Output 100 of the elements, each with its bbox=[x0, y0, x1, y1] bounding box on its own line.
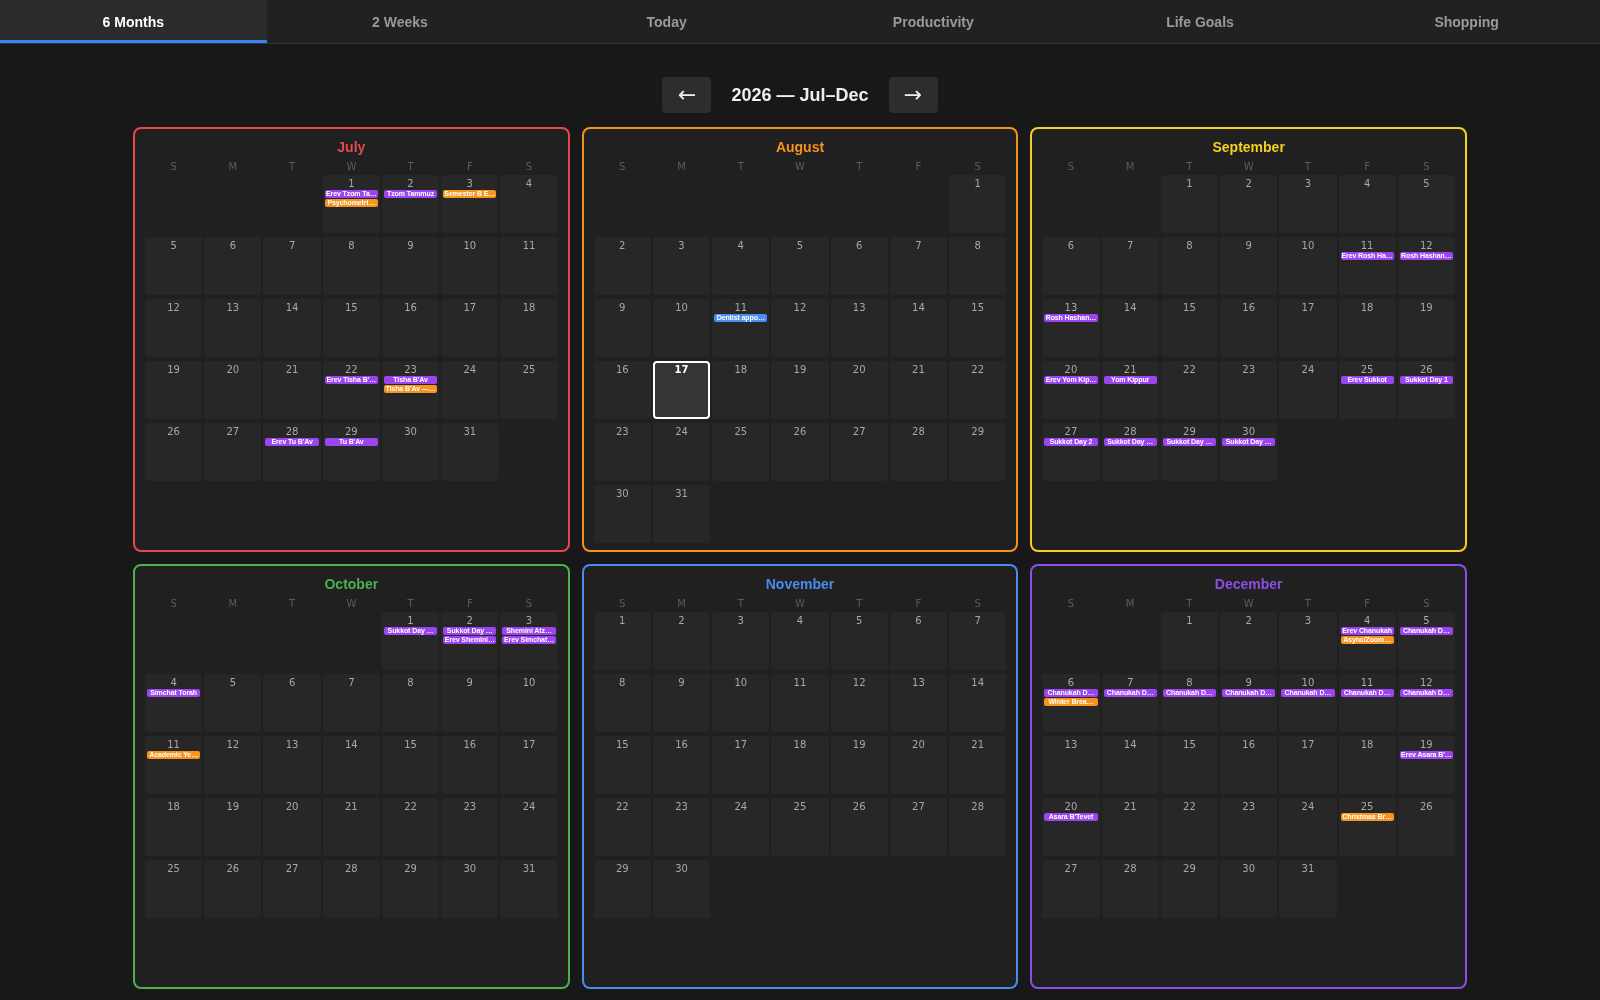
today-cell[interactable]: 17 bbox=[652, 361, 711, 419]
day-cell[interactable]: 12 bbox=[830, 674, 888, 732]
day-cell[interactable]: 25 bbox=[145, 860, 203, 918]
day-cell[interactable]: 22 bbox=[593, 798, 651, 856]
day-cell[interactable]: 7 bbox=[1101, 237, 1159, 295]
day-cell[interactable]: 31 bbox=[652, 485, 711, 543]
day-cell[interactable]: 19 bbox=[771, 361, 829, 419]
day-cell[interactable]: 8 bbox=[322, 237, 380, 295]
day-cell[interactable]: 1 bbox=[949, 175, 1007, 233]
day-cell[interactable]: 18 bbox=[145, 798, 203, 856]
day-cell[interactable]: 10 bbox=[500, 674, 558, 732]
day-cell[interactable]: 13 bbox=[830, 299, 888, 357]
day-cell[interactable]: 23 bbox=[1220, 798, 1278, 856]
day-cell[interactable]: 16 bbox=[593, 361, 651, 419]
day-cell[interactable]: 19 bbox=[145, 361, 203, 419]
day-cell[interactable]: 31 bbox=[1279, 860, 1337, 918]
day-cell[interactable]: 24 bbox=[441, 361, 499, 419]
day-cell[interactable]: 23 bbox=[652, 798, 711, 856]
day-cell[interactable]: 15 bbox=[1160, 299, 1219, 357]
day-cell[interactable]: 4 bbox=[1338, 175, 1396, 233]
day-cell[interactable]: 29 bbox=[593, 860, 651, 918]
day-cell[interactable]: 21 bbox=[949, 736, 1007, 794]
day-cell[interactable]: 10 bbox=[652, 299, 711, 357]
day-cell[interactable]: 26 bbox=[1397, 798, 1455, 856]
day-cell[interactable]: 26 bbox=[145, 423, 203, 481]
day-cell[interactable]: 25 bbox=[771, 798, 829, 856]
day-cell[interactable]: 8 bbox=[381, 674, 440, 732]
day-cell[interactable]: 16 bbox=[441, 736, 499, 794]
day-cell[interactable]: 31 bbox=[500, 860, 558, 918]
day-cell[interactable]: 3 bbox=[652, 237, 711, 295]
day-cell[interactable]: 12 bbox=[204, 736, 262, 794]
day-cell[interactable]: 18 bbox=[712, 361, 770, 419]
day-cell[interactable]: 6 bbox=[204, 237, 262, 295]
day-cell[interactable]: 27 bbox=[830, 423, 888, 481]
day-cell[interactable]: 15 bbox=[949, 299, 1007, 357]
day-cell[interactable]: 26 bbox=[830, 798, 888, 856]
day-cell[interactable]: 29 bbox=[1160, 860, 1219, 918]
day-cell[interactable]: 17 bbox=[500, 736, 558, 794]
day-cell[interactable]: 20 bbox=[830, 361, 888, 419]
day-cell[interactable]: 30 bbox=[381, 423, 440, 481]
day-cell[interactable]: 22 bbox=[1160, 361, 1219, 419]
day-cell[interactable]: 31 bbox=[441, 423, 499, 481]
day-cell[interactable]: 30 bbox=[1220, 860, 1278, 918]
day-cell[interactable]: 3 bbox=[1279, 175, 1337, 233]
day-cell[interactable]: 22 bbox=[381, 798, 440, 856]
day-cell[interactable]: 29 bbox=[949, 423, 1007, 481]
tab[interactable]: Shopping bbox=[1333, 0, 1600, 43]
day-cell[interactable]: 3 bbox=[712, 612, 770, 670]
day-cell[interactable]: 14 bbox=[263, 299, 321, 357]
day-cell[interactable]: 24 bbox=[652, 423, 711, 481]
day-cell[interactable]: 20 bbox=[889, 736, 948, 794]
day-cell[interactable]: 30 bbox=[593, 485, 651, 543]
day-cell[interactable]: 30 bbox=[441, 860, 499, 918]
day-cell[interactable]: 26 bbox=[771, 423, 829, 481]
day-cell[interactable]: 28 bbox=[1101, 860, 1159, 918]
day-cell[interactable]: 14 bbox=[1101, 736, 1159, 794]
day-cell[interactable]: 19 bbox=[204, 798, 262, 856]
day-cell[interactable]: 5 bbox=[771, 237, 829, 295]
day-cell[interactable]: 2 bbox=[1220, 175, 1278, 233]
day-cell[interactable]: 12 bbox=[145, 299, 203, 357]
day-cell[interactable]: 20 bbox=[204, 361, 262, 419]
day-cell[interactable]: 28 bbox=[322, 860, 380, 918]
day-cell[interactable]: 10 bbox=[712, 674, 770, 732]
day-cell[interactable]: 21 bbox=[1101, 798, 1159, 856]
day-cell[interactable]: 10 bbox=[441, 237, 499, 295]
day-cell[interactable]: 6 bbox=[830, 237, 888, 295]
day-cell[interactable]: 26 bbox=[204, 860, 262, 918]
day-cell[interactable]: 14 bbox=[1101, 299, 1159, 357]
day-cell[interactable]: 18 bbox=[500, 299, 558, 357]
tab[interactable]: 2 Weeks bbox=[266, 0, 534, 43]
day-cell[interactable]: 5 bbox=[1397, 175, 1455, 233]
day-cell[interactable]: 21 bbox=[322, 798, 380, 856]
day-cell[interactable]: 7 bbox=[322, 674, 380, 732]
day-cell[interactable]: 8 bbox=[949, 237, 1007, 295]
day-cell[interactable]: 21 bbox=[889, 361, 948, 419]
day-cell[interactable]: 14 bbox=[889, 299, 948, 357]
day-cell[interactable]: 3 bbox=[1279, 612, 1337, 670]
day-cell[interactable]: 6 bbox=[263, 674, 321, 732]
day-cell[interactable]: 28 bbox=[889, 423, 948, 481]
day-cell[interactable]: 6 bbox=[1042, 237, 1100, 295]
day-cell[interactable]: 23 bbox=[593, 423, 651, 481]
day-cell[interactable]: 18 bbox=[1338, 736, 1396, 794]
tab[interactable]: Productivity bbox=[800, 0, 1067, 43]
previous-button[interactable]: ← bbox=[662, 77, 712, 113]
day-cell[interactable]: 27 bbox=[204, 423, 262, 481]
day-cell[interactable]: 24 bbox=[500, 798, 558, 856]
day-cell[interactable]: 12 bbox=[771, 299, 829, 357]
day-cell[interactable]: 1 bbox=[1160, 175, 1219, 233]
day-cell[interactable]: 4 bbox=[500, 175, 558, 233]
day-cell[interactable]: 11 bbox=[500, 237, 558, 295]
day-cell[interactable]: 11 bbox=[771, 674, 829, 732]
day-cell[interactable]: 14 bbox=[949, 674, 1007, 732]
day-cell[interactable]: 5 bbox=[145, 237, 203, 295]
day-cell[interactable]: 17 bbox=[1279, 736, 1337, 794]
day-cell[interactable]: 24 bbox=[1279, 798, 1337, 856]
day-cell[interactable]: 19 bbox=[1397, 299, 1455, 357]
tab[interactable]: 6 Months bbox=[0, 0, 267, 43]
day-cell[interactable]: 18 bbox=[771, 736, 829, 794]
day-cell[interactable]: 9 bbox=[1220, 237, 1278, 295]
day-cell[interactable]: 2 bbox=[1220, 612, 1278, 670]
